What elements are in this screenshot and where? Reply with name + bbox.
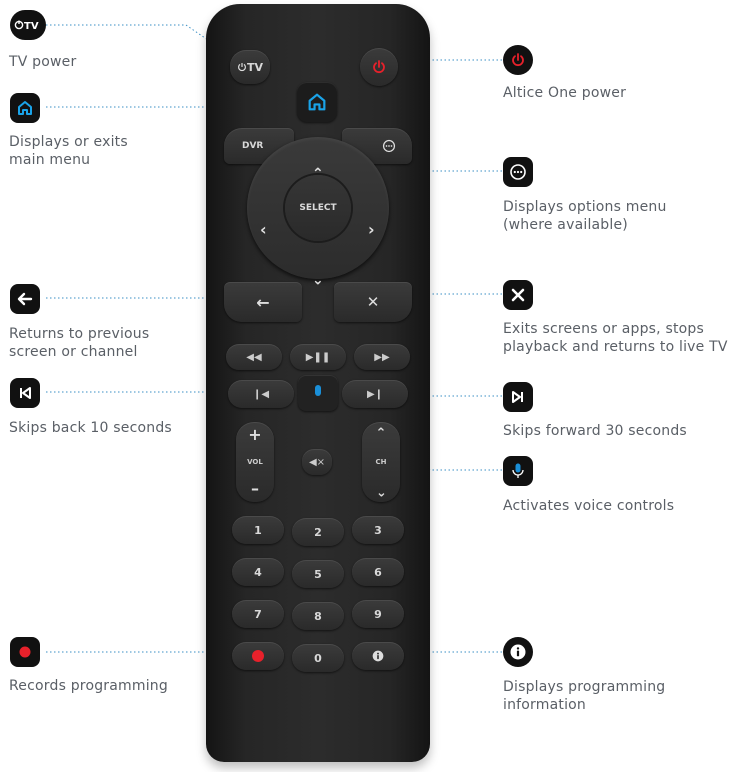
home-label-line1: Displays or exits — [9, 134, 128, 150]
back-label-line1: Returns to previous — [9, 326, 150, 342]
record-label: Records programming — [9, 678, 168, 694]
remote-skip-forward-button[interactable]: ▶❙ — [342, 380, 408, 408]
remote-channel-up-icon[interactable]: ⌃ — [376, 426, 387, 441]
remote-right-arrow-icon[interactable]: › — [368, 220, 375, 239]
remote-key-7[interactable]: 7 — [232, 600, 284, 628]
remote-record-glyph-icon — [252, 650, 264, 662]
remote-key-2[interactable]: 2 — [292, 518, 344, 546]
remote-skip-back-button[interactable]: ❙◀ — [228, 380, 294, 408]
microphone-icon — [503, 456, 533, 486]
back-arrow-icon — [10, 284, 40, 314]
remote-info-button[interactable] — [352, 642, 404, 670]
options-label-line1: Displays options menu — [503, 199, 667, 215]
remote-vol-label: VOL — [247, 458, 263, 466]
options-icon — [503, 157, 533, 187]
remote-volume-up-icon[interactable]: + — [248, 426, 261, 444]
close-icon — [503, 280, 533, 310]
remote-home-button[interactable] — [297, 82, 337, 122]
home-label-line2: main menu — [9, 152, 91, 168]
remote-back-button[interactable]: ← — [224, 282, 302, 322]
remote-fast-forward-glyph-icon: ▶▶ — [374, 351, 390, 363]
power-icon — [503, 45, 533, 75]
remote-power-button[interactable] — [360, 48, 398, 86]
remote-control: TV DVR ← ✕ SELECT ⌃ ⌃ ‹ › ◀◀ ▶❚❚ ▶▶ ❙◀ ▶… — [206, 4, 430, 762]
remote-skip-forward-glyph-icon: ▶❙ — [366, 388, 384, 400]
remote-key-6[interactable]: 6 — [352, 558, 404, 586]
remote-volume-down-icon[interactable]: – — [251, 480, 259, 498]
remote-record-button[interactable] — [232, 642, 284, 670]
remote-play-pause-glyph-icon: ▶❚❚ — [305, 351, 331, 363]
tv-power-icon: TV — [10, 10, 46, 40]
remote-channel-down-icon[interactable]: ⌃ — [376, 483, 387, 498]
options-label-line2: (where available) — [503, 217, 628, 233]
info-label-line1: Displays programming — [503, 679, 666, 695]
remote-key-0[interactable]: 0 — [292, 644, 344, 672]
record-icon — [10, 637, 40, 667]
skip-back-label: Skips back 10 seconds — [9, 420, 172, 436]
remote-key-9-label: 9 — [374, 607, 382, 621]
remote-key-0-label: 0 — [314, 651, 322, 665]
remote-diagram: TV TV power Displays or exits main menu … — [0, 0, 745, 772]
remote-up-arrow-icon[interactable]: ⌃ — [312, 166, 324, 182]
remote-key-4[interactable]: 4 — [232, 558, 284, 586]
remote-key-8-label: 8 — [314, 609, 322, 623]
remote-exit-glyph-icon: ✕ — [366, 293, 380, 311]
remote-key-4-label: 4 — [254, 565, 262, 579]
info-label-line2: information — [503, 697, 587, 713]
remote-dvr-label: DVR — [242, 141, 264, 151]
home-icon — [10, 93, 40, 123]
skip-back-icon — [10, 378, 40, 408]
exit-label-line2: playback and returns to live TV — [503, 339, 728, 355]
remote-info-glyph-icon — [372, 650, 384, 662]
remote-mute-glyph-icon: ◀× — [308, 456, 326, 468]
remote-key-8[interactable]: 8 — [292, 602, 344, 630]
remote-rewind-glyph-icon: ◀◀ — [246, 351, 262, 363]
remote-voice-button[interactable] — [298, 375, 338, 411]
remote-play-pause-button[interactable]: ▶❚❚ — [290, 344, 346, 370]
remote-left-arrow-icon[interactable]: ‹ — [260, 220, 267, 239]
exit-label-line1: Exits screens or apps, stops — [503, 321, 704, 337]
remote-key-5-label: 5 — [314, 567, 322, 581]
remote-down-arrow-icon[interactable]: ⌃ — [312, 270, 324, 286]
remote-key-7-label: 7 — [254, 607, 262, 621]
remote-exit-button[interactable]: ✕ — [334, 282, 412, 322]
remote-key-1[interactable]: 1 — [232, 516, 284, 544]
remote-select-label: SELECT — [299, 203, 337, 213]
back-label-line2: screen or channel — [9, 344, 138, 360]
remote-select-button[interactable]: SELECT — [285, 175, 351, 241]
voice-label: Activates voice controls — [503, 498, 675, 514]
skip-forward-icon — [503, 382, 533, 412]
remote-back-glyph-icon: ← — [256, 292, 270, 312]
remote-fast-forward-button[interactable]: ▶▶ — [354, 344, 410, 370]
svg-text:TV: TV — [24, 21, 39, 32]
remote-tv-power-button[interactable]: TV — [230, 50, 270, 84]
remote-home-glyph-icon — [308, 93, 326, 111]
remote-rewind-button[interactable]: ◀◀ — [226, 344, 282, 370]
info-icon — [503, 637, 533, 667]
remote-channel-rocker[interactable]: ⌃ CH ⌃ — [362, 422, 400, 502]
remote-key-3[interactable]: 3 — [352, 516, 404, 544]
remote-mute-button[interactable]: ◀× — [302, 449, 332, 475]
tv-power-label: TV power — [9, 54, 77, 70]
skip-forward-label: Skips forward 30 seconds — [503, 423, 687, 439]
remote-microphone-glyph-icon — [315, 385, 321, 396]
remote-key-2-label: 2 — [314, 525, 322, 539]
remote-power-glyph-icon — [373, 60, 385, 74]
remote-volume-rocker[interactable]: + VOL – — [236, 422, 274, 502]
altice-power-label: Altice One power — [503, 85, 627, 101]
remote-ch-label: CH — [375, 458, 387, 466]
remote-key-9[interactable]: 9 — [352, 600, 404, 628]
remote-tv-label: TV — [246, 60, 264, 74]
remote-key-3-label: 3 — [374, 523, 382, 537]
remote-options-glyph-icon — [382, 139, 396, 153]
remote-key-5[interactable]: 5 — [292, 560, 344, 588]
remote-tv-power-glyph-icon — [238, 63, 246, 72]
remote-skip-back-glyph-icon: ❙◀ — [252, 388, 270, 400]
remote-key-6-label: 6 — [374, 565, 382, 579]
remote-key-1-label: 1 — [254, 523, 262, 537]
